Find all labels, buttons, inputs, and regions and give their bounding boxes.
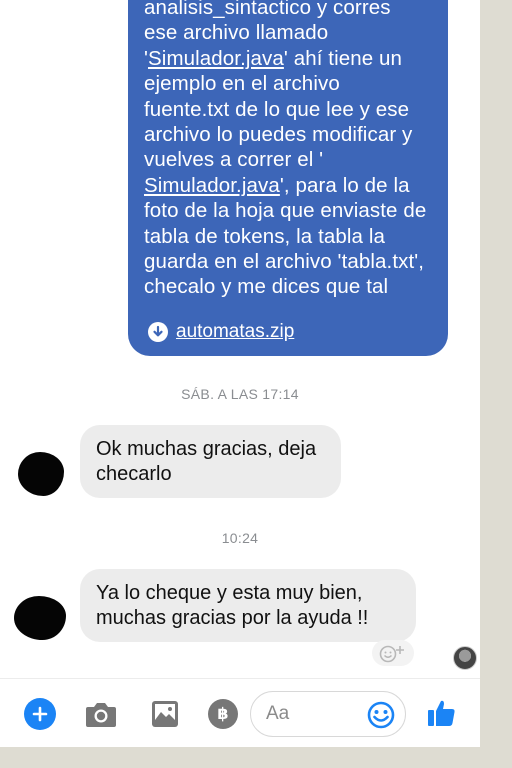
outgoing-message-text: analisis_sintactico y corres ese archivo… [144, 0, 432, 300]
thumbs-up-icon [428, 700, 455, 726]
add-reaction-icon [379, 645, 404, 663]
attachment-filename: automatas.zip [176, 321, 295, 342]
avatar[interactable] [14, 596, 66, 640]
like-button[interactable] [426, 697, 458, 734]
seen-avatar [453, 646, 477, 670]
message-composer: ฿ [0, 678, 480, 747]
avatar[interactable] [18, 452, 64, 496]
outgoing-message-bubble[interactable]: analisis_sintactico y corres ese archivo… [128, 0, 448, 356]
chat-window: analisis_sintactico y corres ese archivo… [0, 0, 480, 747]
emoji-button[interactable] [366, 700, 396, 735]
gallery-icon [152, 701, 178, 727]
background-edge [480, 0, 512, 768]
timestamp: SÁB. A LAS 17:14 [181, 386, 299, 402]
download-icon [148, 322, 168, 342]
camera-button[interactable] [84, 699, 118, 734]
incoming-message-bubble[interactable]: Ya lo cheque y esta muy bien, muchas gra… [80, 569, 416, 642]
plus-icon [32, 706, 48, 722]
emoji-icon [367, 701, 395, 729]
file-link-simulador[interactable]: Simulador.java [148, 47, 284, 70]
file-link-simulador-2[interactable]: Simulador.java [144, 174, 280, 197]
camera-icon [86, 703, 116, 727]
incoming-message-bubble[interactable]: Ok muchas gracias, deja checarlo [80, 425, 341, 498]
attachment-link[interactable]: automatas.zip [148, 321, 294, 343]
gallery-button[interactable] [150, 699, 180, 734]
add-reaction-button[interactable] [372, 640, 414, 666]
payment-button[interactable]: ฿ [208, 699, 238, 729]
timestamp: 10:24 [221, 530, 259, 546]
plus-button[interactable] [24, 698, 56, 730]
